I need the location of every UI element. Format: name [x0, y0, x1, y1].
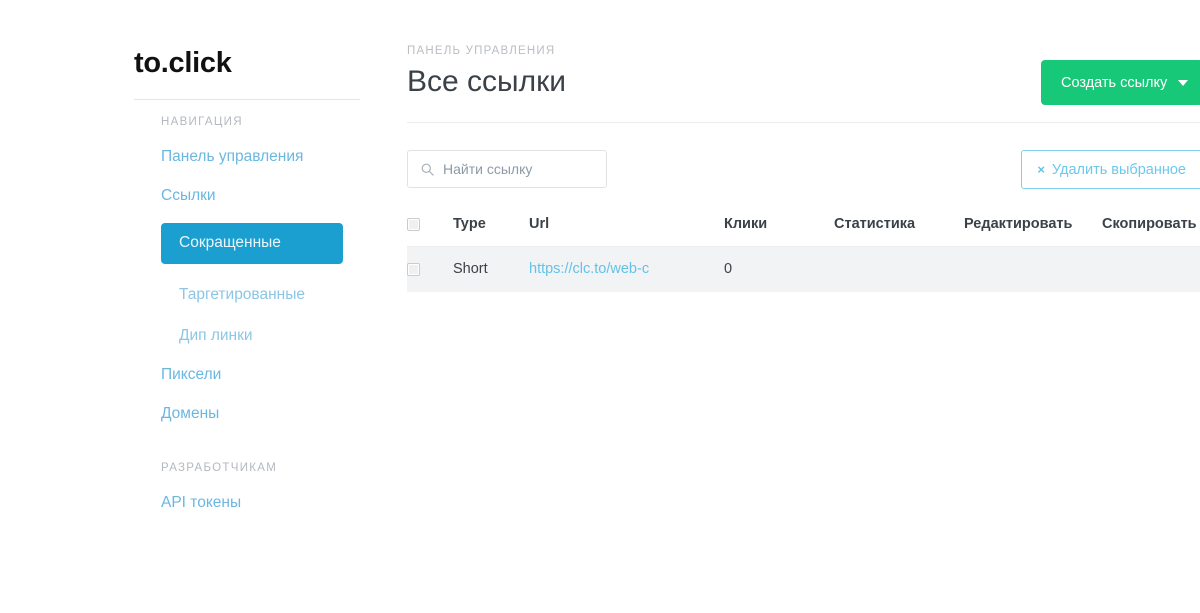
- column-header-type[interactable]: Type: [453, 216, 529, 247]
- table-toolbar: × Удалить выбранное: [400, 150, 1200, 192]
- cell-clicks: 0: [724, 246, 834, 292]
- sidebar-item-label: Сокращенные: [179, 234, 281, 251]
- delete-selected-button[interactable]: × Удалить выбранное: [1021, 150, 1200, 189]
- table-header-row: Type Url Клики Статистика Редактировать …: [407, 216, 1200, 247]
- cell-stats[interactable]: [834, 246, 964, 292]
- sidebar-item-label: Таргетированные: [179, 286, 305, 303]
- sidebar-section-navigation-label: НАВИГАЦИЯ: [161, 116, 243, 128]
- app-root: to.click НАВИГАЦИЯ Панель управления Ссы…: [0, 0, 1200, 613]
- sidebar-item-label: Дип линки: [179, 327, 253, 344]
- column-header-edit[interactable]: Редактировать: [964, 216, 1102, 247]
- column-header-stats[interactable]: Статистика: [834, 216, 964, 247]
- sidebar-item-label: Ссылки: [161, 187, 216, 204]
- row-select-cell: [407, 246, 453, 292]
- sidebar-item-label: API токены: [161, 494, 242, 511]
- sidebar-divider: [134, 99, 360, 100]
- sidebar-item-label: Панель управления: [161, 148, 304, 165]
- sidebar-item-links[interactable]: Ссылки: [161, 186, 371, 206]
- column-header-clicks[interactable]: Клики: [724, 216, 834, 247]
- search-box[interactable]: [407, 150, 607, 188]
- sidebar-item-label: Домены: [161, 405, 220, 422]
- table-head: Type Url Клики Статистика Редактировать …: [407, 216, 1200, 247]
- search-input[interactable]: [441, 151, 601, 187]
- search-icon: [421, 163, 434, 176]
- breadcrumb: ПАНЕЛЬ УПРАВЛЕНИЯ: [407, 45, 556, 57]
- cell-copy[interactable]: [1102, 246, 1200, 292]
- sidebar: to.click НАВИГАЦИЯ Панель управления Ссы…: [0, 0, 400, 613]
- app-logo[interactable]: to.click: [134, 46, 400, 80]
- sidebar-item-pixels[interactable]: Пиксели: [161, 365, 371, 385]
- sidebar-item-shortened[interactable]: Сокращенные: [161, 223, 343, 264]
- row-checkbox[interactable]: [407, 262, 420, 276]
- column-header-copy[interactable]: Скопировать: [1102, 216, 1200, 247]
- main-content: ПАНЕЛЬ УПРАВЛЕНИЯ Все ссылки Создать ссы…: [400, 0, 1200, 613]
- links-table: Type Url Клики Статистика Редактировать …: [407, 216, 1200, 292]
- cell-edit[interactable]: [964, 246, 1102, 292]
- cell-type: Short: [453, 246, 529, 292]
- delete-selected-label: Удалить выбранное: [1051, 161, 1186, 178]
- chevron-down-icon[interactable]: [1178, 80, 1188, 86]
- sidebar-item-targeted[interactable]: Таргетированные: [179, 285, 389, 305]
- header-divider: [407, 122, 1200, 123]
- sidebar-item-domains[interactable]: Домены: [161, 404, 371, 424]
- select-all-header: [407, 216, 453, 247]
- close-icon: ×: [1037, 161, 1045, 177]
- column-header-url[interactable]: Url: [529, 216, 724, 247]
- sidebar-item-deeplinks[interactable]: Дип линки: [179, 326, 389, 346]
- create-link-button[interactable]: Создать ссылку: [1041, 60, 1200, 105]
- short-link[interactable]: https://clc.to/web-c: [529, 261, 649, 277]
- table-body: Short https://clc.to/web-c 0: [407, 246, 1200, 292]
- sidebar-item-api-tokens[interactable]: API токены: [161, 493, 371, 513]
- sidebar-section-developers-label: РАЗРАБОТЧИКАМ: [161, 462, 278, 474]
- sidebar-item-label: Пиксели: [161, 366, 222, 383]
- page-header: ПАНЕЛЬ УПРАВЛЕНИЯ Все ссылки Создать ссы…: [400, 44, 1200, 106]
- cell-url: https://clc.to/web-c: [529, 246, 724, 292]
- sidebar-nav-list: Панель управления Ссылки Сокращенные Тар…: [0, 147, 400, 424]
- create-link-label: Создать ссылку: [1061, 74, 1168, 91]
- table-row[interactable]: Short https://clc.to/web-c 0: [407, 246, 1200, 292]
- sidebar-devs-list: API токены: [0, 493, 400, 513]
- select-all-checkbox[interactable]: [407, 217, 420, 231]
- sidebar-item-dashboard[interactable]: Панель управления: [161, 147, 371, 167]
